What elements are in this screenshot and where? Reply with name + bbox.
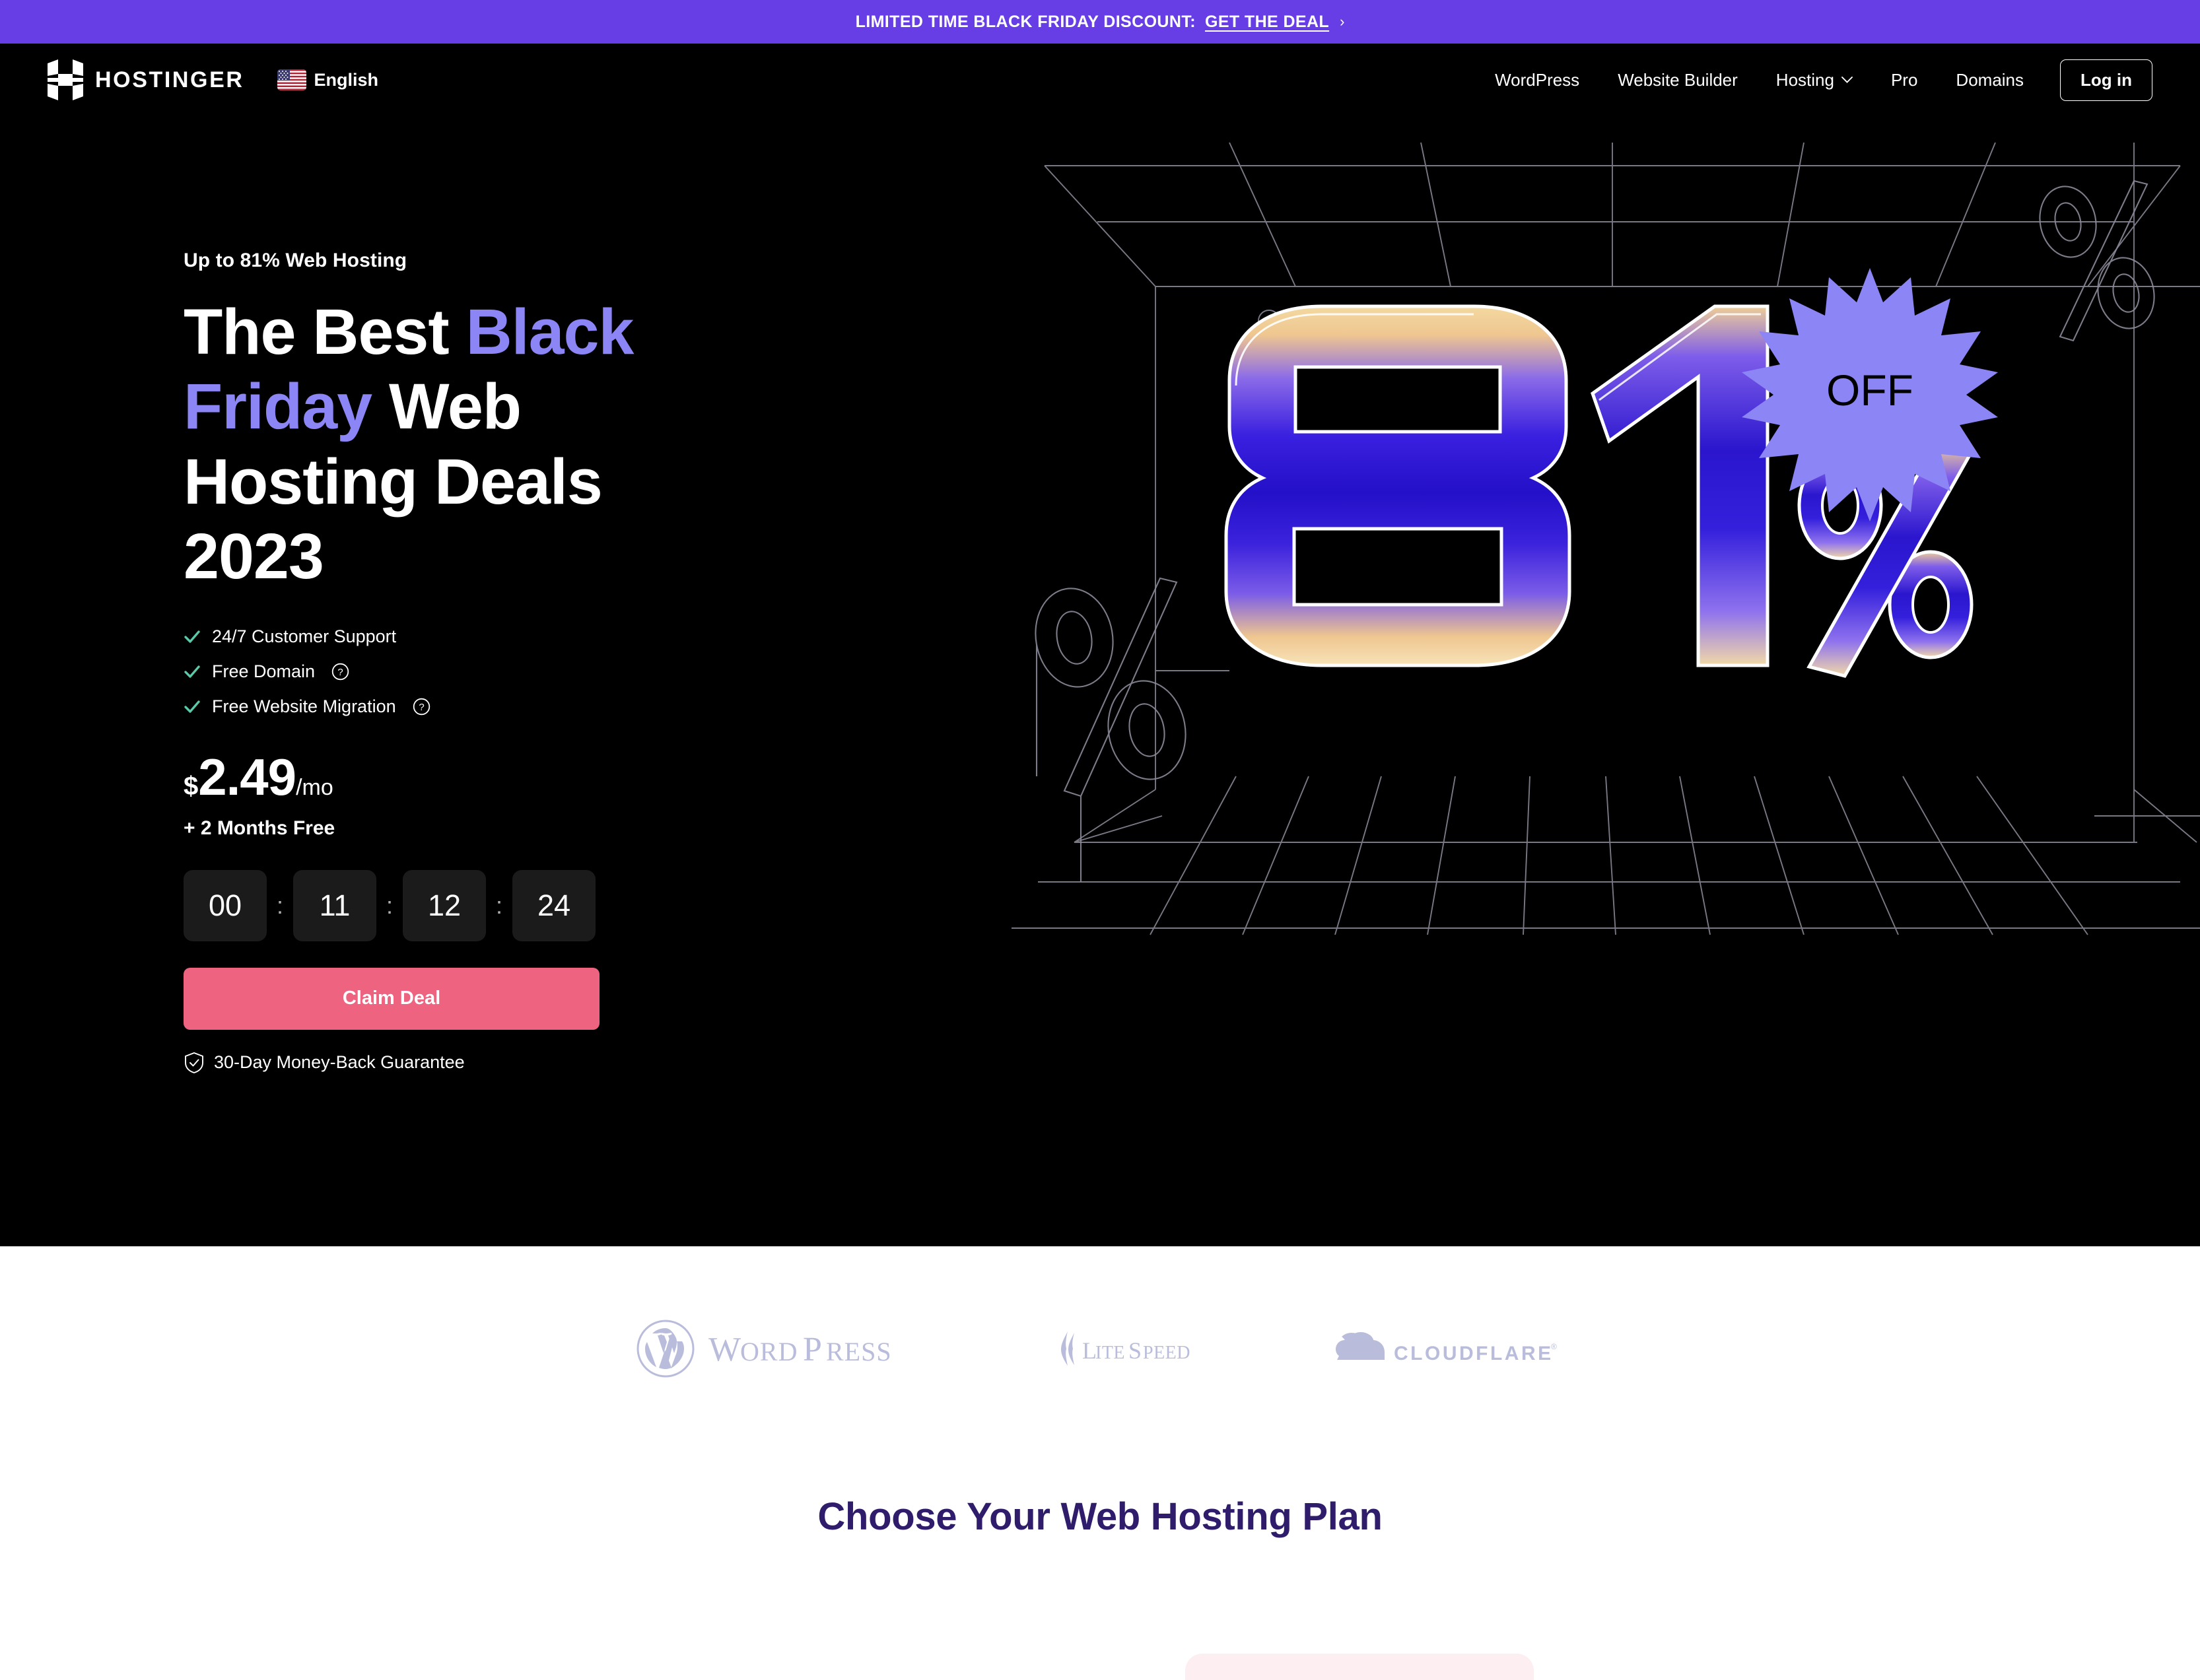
hero-feature-list: 24/7 Customer Support Free Domain ? Free… xyxy=(184,626,910,718)
hero-title-highlight-b: Friday xyxy=(184,370,372,443)
check-icon xyxy=(184,630,200,643)
help-tooltip-icon[interactable]: ? xyxy=(331,663,349,681)
hero-title-part-c: Hosting Deals xyxy=(184,445,603,518)
claim-deal-button[interactable]: Claim Deal xyxy=(184,967,600,1030)
hero-title-part-d: 2023 xyxy=(184,520,324,593)
nav-item-label: Domains xyxy=(1956,69,2024,90)
hero-title-part-b: Web xyxy=(372,370,522,443)
wordpress-logo: W ORD P RESS xyxy=(636,1320,892,1378)
feature-item: Free Domain ? xyxy=(184,661,910,683)
discount-illustration: OFF xyxy=(1012,142,2200,935)
hero-eyebrow: Up to 81% Web Hosting xyxy=(184,250,407,271)
nav-item-hosting[interactable]: Hosting xyxy=(1757,70,1872,90)
plan-card-preview[interactable] xyxy=(1185,1654,1534,1680)
promo-banner-link[interactable]: GET THE DEAL xyxy=(1205,13,1329,32)
countdown-hours: 11 xyxy=(293,869,376,941)
language-label: English xyxy=(314,69,379,90)
hostinger-h-logo-icon xyxy=(48,59,83,100)
hero-title: The Best Black Friday Web Hosting Deals … xyxy=(184,294,685,594)
feature-item: Free Website Migration ? xyxy=(184,696,910,718)
chevron-right-icon: › xyxy=(1340,13,1345,30)
cloudflare-logo: CLOUDFLARE ® xyxy=(1336,1332,1557,1364)
hero-title-part-a: The Best xyxy=(184,296,466,368)
promo-banner: LIMITED TIME BLACK FRIDAY DISCOUNT: GET … xyxy=(0,0,2200,44)
nav-item-pro[interactable]: Pro xyxy=(1872,70,1937,90)
nav-item-label: Website Builder xyxy=(1618,69,1738,90)
svg-text:S: S xyxy=(1128,1337,1142,1364)
brand-logo[interactable]: HOSTINGER xyxy=(48,59,244,100)
hero-section: HOSTINGER English WordPress Website Buil… xyxy=(0,44,2200,1246)
nav-item-label: Pro xyxy=(1890,69,1918,90)
countdown-separator: : xyxy=(276,891,283,919)
chevron-down-icon xyxy=(1841,77,1853,83)
big-number-81 xyxy=(1224,304,1770,667)
main-nav: WordPress Website Builder Hosting Pro Do… xyxy=(1476,59,2152,101)
svg-text:PEED: PEED xyxy=(1143,1343,1190,1363)
shield-check-icon xyxy=(185,1052,203,1073)
site-header: HOSTINGER English WordPress Website Buil… xyxy=(0,44,2200,116)
svg-text:?: ? xyxy=(419,702,424,713)
countdown-seconds: 24 xyxy=(512,869,596,941)
us-flag-icon xyxy=(277,69,306,90)
hero-title-highlight-a: Black xyxy=(465,296,635,368)
feature-item: 24/7 Customer Support xyxy=(184,626,910,648)
nav-item-label: Hosting xyxy=(1775,69,1834,90)
feature-label: Free Domain xyxy=(212,661,316,682)
feature-label: Free Website Migration xyxy=(212,696,396,717)
svg-text:ORD: ORD xyxy=(740,1337,798,1366)
feature-label: 24/7 Customer Support xyxy=(212,626,397,647)
check-icon xyxy=(184,665,200,678)
plans-section-title: Choose Your Web Hosting Plan xyxy=(817,1495,1383,1538)
nav-item-wordpress[interactable]: WordPress xyxy=(1476,70,1598,90)
countdown-days: 00 xyxy=(184,869,267,941)
svg-text:P: P xyxy=(803,1331,823,1368)
svg-text:CLOUDFLARE: CLOUDFLARE xyxy=(1394,1343,1554,1364)
svg-text:®: ® xyxy=(1551,1342,1557,1351)
nav-item-domains[interactable]: Domains xyxy=(1937,70,2043,90)
brand-name: HOSTINGER xyxy=(95,67,244,92)
hero-content: Up to 81% Web Hosting The Best Black Fri… xyxy=(184,250,910,1074)
countdown-minutes: 12 xyxy=(403,869,486,941)
price-amount: 2.49 xyxy=(198,747,296,806)
nav-item-website-builder[interactable]: Website Builder xyxy=(1598,70,1757,90)
price-period: /mo xyxy=(296,774,333,800)
price-bonus: + 2 Months Free xyxy=(184,817,335,839)
off-badge: OFF xyxy=(1742,268,1998,521)
litespeed-logo: L ITE S PEED xyxy=(1061,1331,1190,1366)
svg-text:W: W xyxy=(708,1331,741,1368)
language-selector[interactable]: English xyxy=(277,69,379,90)
check-icon xyxy=(184,700,200,713)
svg-text:?: ? xyxy=(337,667,343,678)
nav-item-label: WordPress xyxy=(1495,69,1580,90)
price-display: $ 2.49 /mo xyxy=(184,751,910,803)
svg-text:RESS: RESS xyxy=(826,1337,892,1366)
promo-banner-text: LIMITED TIME BLACK FRIDAY DISCOUNT: xyxy=(855,12,1196,31)
partner-logos: W ORD P RESS L ITE S PEED CLOUDFLARE ® xyxy=(0,1246,2200,1378)
login-button[interactable]: Log in xyxy=(2060,59,2152,101)
countdown-separator: : xyxy=(386,891,393,919)
percent-outline-right xyxy=(2039,180,2155,342)
price-currency: $ xyxy=(184,771,199,801)
money-back-guarantee: 30-Day Money-Back Guarantee xyxy=(184,1052,910,1074)
guarantee-label: 30-Day Money-Back Guarantee xyxy=(214,1052,465,1073)
countdown-timer: 00 : 11 : 12 : 24 xyxy=(184,869,910,941)
countdown-separator: : xyxy=(495,891,502,919)
help-tooltip-icon[interactable]: ? xyxy=(413,698,430,716)
hero-artwork: OFF xyxy=(1012,116,2200,1238)
partners-and-plans-section: W ORD P RESS L ITE S PEED CLOUDFLARE ® C… xyxy=(0,1246,2200,1669)
percent-outline-left xyxy=(1035,577,1186,882)
off-badge-label: OFF xyxy=(1826,366,1913,415)
svg-text:ITE: ITE xyxy=(1095,1343,1125,1363)
wireframe-room xyxy=(1012,142,2200,935)
